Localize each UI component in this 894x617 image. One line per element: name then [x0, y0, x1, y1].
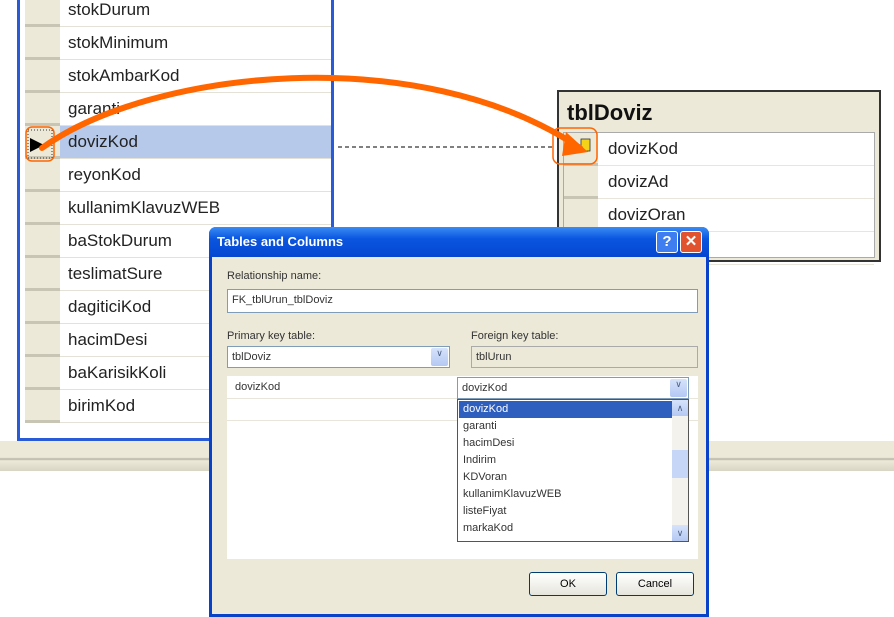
primary-key-table-select[interactable]: tblDoviz ∨ [227, 346, 450, 368]
scroll-down-icon[interactable]: ∨ [672, 525, 688, 541]
dropdown-option[interactable]: garanti [459, 418, 672, 435]
chevron-down-icon[interactable]: ∨ [670, 379, 687, 397]
fk-column-dropdown-list[interactable]: dovizKod garanti hacimDesi Indirim KDVoran ku… [457, 399, 689, 542]
help-button[interactable]: ? [656, 231, 678, 253]
dropdown-option[interactable]: markaKod [459, 520, 672, 537]
fk-column-select[interactable]: dovizKod ∨ [457, 377, 689, 399]
arrow-curve [39, 74, 583, 151]
ok-button[interactable]: OK [529, 572, 607, 596]
dropdown-option[interactable]: listeFiyat [459, 503, 672, 520]
scroll-up-icon[interactable]: ∧ [672, 400, 688, 416]
primary-key-table-value: tblDoviz [232, 351, 272, 363]
foreign-key-table-field: tblUrun [471, 346, 698, 368]
primary-key-table-label: Primary key table: [227, 330, 316, 342]
chevron-down-icon[interactable]: ∨ [431, 348, 448, 366]
list-scrollbar[interactable]: ∧ ∨ [672, 400, 688, 541]
foreign-key-table-label: Foreign key table: [471, 330, 559, 342]
dropdown-option[interactable]: dovizKod [459, 401, 672, 418]
dropdown-option[interactable]: hacimDesi [459, 435, 672, 452]
tables-and-columns-dialog: Tables and Columns ? ✕ Relationship name… [209, 227, 709, 617]
dropdown-option[interactable]: kullanimKlavuzWEB [459, 486, 672, 503]
dropdown-option[interactable]: Indirim [459, 452, 672, 469]
cancel-button[interactable]: Cancel [616, 572, 694, 596]
pk-column-cell[interactable]: dovizKod [235, 381, 280, 393]
relationship-name-label: Relationship name: [227, 270, 322, 282]
dropdown-option[interactable]: KDVoran [459, 469, 672, 486]
scroll-thumb[interactable] [672, 450, 688, 478]
dialog-title: Tables and Columns [217, 234, 344, 249]
relationship-name-input[interactable]: FK_tblUrun_tblDoviz [227, 289, 698, 313]
dialog-titlebar: Tables and Columns ? ✕ [209, 227, 709, 257]
close-button[interactable]: ✕ [680, 231, 702, 253]
fk-column-value: dovizKod [462, 382, 508, 394]
